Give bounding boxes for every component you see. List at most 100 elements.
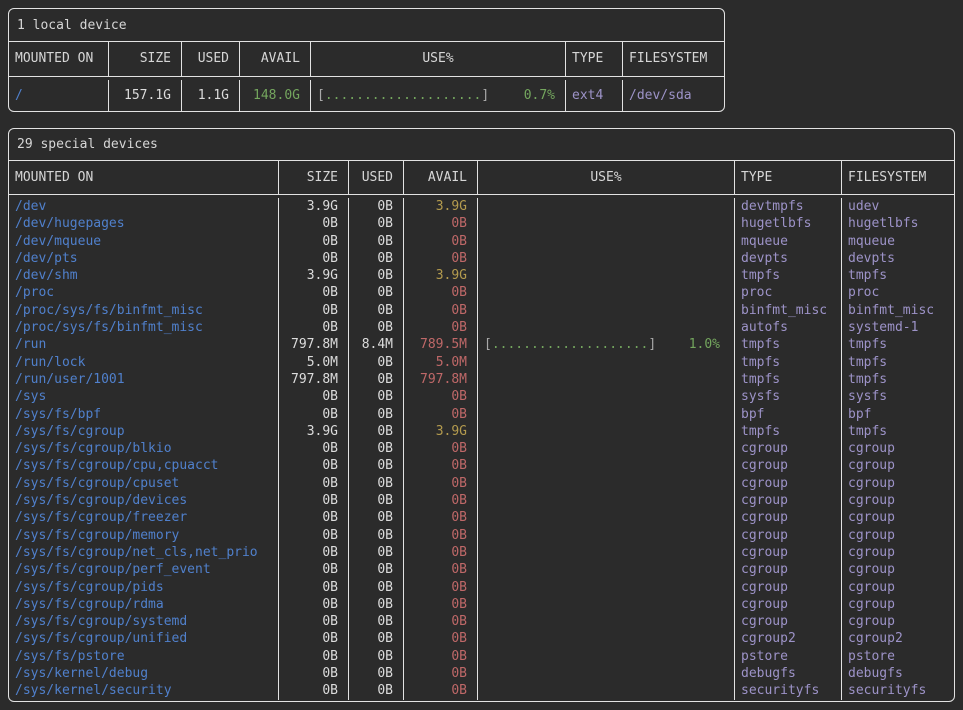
table-row: /sys/fs/cgroup/memory 0B 0B 0B cgroup cg… — [9, 527, 954, 544]
cell-size: 3.9G — [279, 198, 349, 215]
cell-use-pct — [478, 682, 735, 699]
cell-filesystem: cgroup — [842, 492, 954, 509]
table-row: /sys/fs/cgroup/systemd 0B 0B 0B cgroup c… — [9, 613, 954, 630]
cell-size: 3.9G — [279, 423, 349, 440]
local-devices-title: 1 local device — [9, 9, 724, 42]
cell-size: 0B — [279, 406, 349, 423]
table-row: /sys/fs/cgroup/perf_event 0B 0B 0B cgrou… — [9, 561, 954, 578]
cell-used: 0B — [349, 527, 404, 544]
table-row: /run 797.8M 8.4M 789.5M [...............… — [9, 336, 954, 353]
table-row: / 157.1G 1.1G 148.0G [..................… — [9, 80, 724, 111]
cell-type: devtmpfs — [735, 198, 842, 215]
cell-filesystem: tmpfs — [842, 267, 954, 284]
cell-use-pct — [478, 561, 735, 578]
cell-mounted-on: /sys/fs/cgroup/rdma — [9, 596, 279, 613]
cell-use-pct: [....................] 0.7% — [311, 80, 566, 111]
cell-avail: 0B — [404, 596, 478, 613]
header-filesystem: FILESYSTEM — [842, 161, 954, 194]
cell-avail: 0B — [404, 319, 478, 336]
cell-mounted-on: /sys/fs/cgroup/perf_event — [9, 561, 279, 578]
header-type: TYPE — [566, 42, 623, 76]
cell-type: tmpfs — [735, 371, 842, 388]
cell-filesystem: mqueue — [842, 233, 954, 250]
header-size: SIZE — [279, 161, 349, 194]
cell-mounted-on: /sys/fs/bpf — [9, 406, 279, 423]
cell-used: 1.1G — [182, 80, 240, 111]
header-use-pct: USE% — [311, 42, 566, 76]
table-row: /sys 0B 0B 0B sysfs sysfs — [9, 388, 954, 405]
cell-used: 0B — [349, 457, 404, 474]
cell-type: cgroup — [735, 527, 842, 544]
special-devices-table-body: /dev 3.9G 0B 3.9G devtmpfs udev /dev/hug… — [9, 195, 954, 701]
cell-filesystem: tmpfs — [842, 423, 954, 440]
cell-use-pct — [478, 388, 735, 405]
usage-bar: [....................] — [317, 80, 489, 111]
cell-mounted-on: /proc — [9, 284, 279, 301]
cell-type: cgroup — [735, 457, 842, 474]
header-filesystem: FILESYSTEM — [623, 42, 724, 76]
cell-size: 0B — [279, 561, 349, 578]
cell-filesystem: cgroup — [842, 527, 954, 544]
cell-filesystem: debugfs — [842, 665, 954, 682]
cell-size: 0B — [279, 388, 349, 405]
cell-type: cgroup — [735, 475, 842, 492]
cell-size: 0B — [279, 250, 349, 267]
table-row: /run/user/1001 797.8M 0B 797.8M tmpfs tm… — [9, 371, 954, 388]
table-row: /proc 0B 0B 0B proc proc — [9, 284, 954, 301]
cell-mounted-on: /run — [9, 336, 279, 353]
cell-size: 0B — [279, 665, 349, 682]
cell-avail: 5.0M — [404, 354, 478, 371]
cell-type: sysfs — [735, 388, 842, 405]
cell-mounted-on: /sys/fs/cgroup/unified — [9, 630, 279, 647]
cell-used: 0B — [349, 509, 404, 526]
cell-mounted-on: /proc/sys/fs/binfmt_misc — [9, 302, 279, 319]
header-avail: AVAIL — [240, 42, 311, 76]
header-mounted-on: MOUNTED ON — [9, 161, 279, 194]
cell-type: cgroup — [735, 579, 842, 596]
cell-used: 0B — [349, 596, 404, 613]
table-row: /sys/kernel/security 0B 0B 0B securityfs… — [9, 682, 954, 699]
cell-use-pct — [478, 284, 735, 301]
cell-size: 157.1G — [109, 80, 182, 111]
cell-used: 0B — [349, 267, 404, 284]
cell-type: tmpfs — [735, 423, 842, 440]
cell-used: 0B — [349, 388, 404, 405]
cell-filesystem: tmpfs — [842, 371, 954, 388]
cell-mounted-on: /dev — [9, 198, 279, 215]
cell-avail: 0B — [404, 457, 478, 474]
table-row: /dev/pts 0B 0B 0B devpts devpts — [9, 250, 954, 267]
cell-use-pct — [478, 579, 735, 596]
special-devices-header-row: MOUNTED ON SIZE USED AVAIL USE% TYPE FIL… — [9, 161, 954, 195]
cell-avail: 0B — [404, 215, 478, 232]
cell-mounted-on: /sys/kernel/debug — [9, 665, 279, 682]
cell-avail: 0B — [404, 648, 478, 665]
cell-avail: 789.5M — [404, 336, 478, 353]
cell-use-pct — [478, 630, 735, 647]
cell-filesystem: cgroup — [842, 596, 954, 613]
cell-type: pstore — [735, 648, 842, 665]
cell-avail: 3.9G — [404, 423, 478, 440]
table-row: /proc/sys/fs/binfmt_misc 0B 0B 0B autofs… — [9, 319, 954, 336]
cell-size: 0B — [279, 630, 349, 647]
cell-used: 0B — [349, 544, 404, 561]
header-used: USED — [349, 161, 404, 194]
table-row: /sys/fs/cgroup 3.9G 0B 3.9G tmpfs tmpfs — [9, 423, 954, 440]
cell-use-pct — [478, 302, 735, 319]
cell-use-pct — [478, 215, 735, 232]
cell-avail: 0B — [404, 509, 478, 526]
cell-used: 0B — [349, 319, 404, 336]
table-row: /dev/hugepages 0B 0B 0B hugetlbfs hugetl… — [9, 215, 954, 232]
header-use-pct: USE% — [478, 161, 735, 194]
cell-used: 0B — [349, 354, 404, 371]
cell-used: 0B — [349, 492, 404, 509]
cell-size: 0B — [279, 457, 349, 474]
cell-type: cgroup — [735, 509, 842, 526]
cell-avail: 0B — [404, 630, 478, 647]
cell-size: 0B — [279, 682, 349, 699]
table-row: /run/lock 5.0M 0B 5.0M tmpfs tmpfs — [9, 354, 954, 371]
cell-avail: 0B — [404, 613, 478, 630]
cell-used: 0B — [349, 475, 404, 492]
cell-size: 797.8M — [279, 371, 349, 388]
usage-percent: 0.7% — [524, 80, 555, 111]
cell-size: 0B — [279, 233, 349, 250]
